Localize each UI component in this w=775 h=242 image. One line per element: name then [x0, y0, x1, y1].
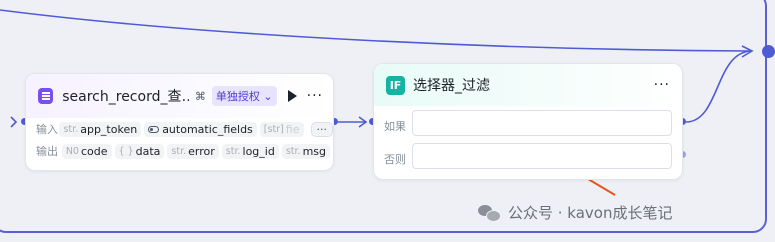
condition-box-if[interactable]	[412, 110, 672, 136]
param-chip: N0 code	[61, 143, 112, 159]
param-chip: str. app_token	[59, 121, 142, 137]
input-row: 输入 str. app_token automatic_fields [str] f…	[26, 118, 333, 140]
more-params-button[interactable]: ···	[310, 121, 333, 137]
param-chip: [str] fie	[259, 121, 304, 137]
param-chip: str. log_id	[221, 143, 279, 159]
output-row: 输出 N0 code { } data str. error str. log_id s…	[26, 140, 333, 162]
more-icon[interactable]: ···	[307, 88, 323, 104]
tag-icon[interactable]: ⌘	[195, 90, 206, 103]
table-icon	[38, 88, 54, 104]
wire-left-arrow	[10, 116, 18, 128]
param-chip: str. msg	[281, 143, 330, 159]
watermark-text: 公众号 · kavon成长笔记	[508, 204, 673, 222]
branch-label-if: 如果	[384, 120, 406, 133]
input-label: 输入	[36, 123, 58, 136]
param-chip: str. error	[167, 143, 219, 159]
if-icon: IF	[386, 75, 405, 95]
branch-label-else: 否则	[384, 153, 406, 166]
param-chip: automatic_fields	[144, 121, 257, 137]
wechat-icon	[478, 204, 501, 222]
search-node-header: search_record_查… ⌘ 单独授权 ⌄ ···	[26, 74, 333, 118]
if-node-title: 选择器_过滤	[413, 78, 490, 94]
run-icon[interactable]	[287, 90, 297, 102]
wire-top-to-hub	[0, 9, 751, 52]
condition-box-else[interactable]	[412, 143, 672, 169]
more-icon[interactable]: ···	[654, 77, 670, 93]
param-chip: { } data	[114, 143, 165, 159]
wire-if-to-hub	[685, 50, 753, 123]
auth-badge[interactable]: 单独授权 ⌄	[211, 86, 277, 106]
connection-hub[interactable]	[762, 45, 775, 58]
if-selector-node[interactable]: IF 选择器_过滤 ··· 如果 否则	[373, 63, 683, 180]
toggle-icon	[148, 125, 160, 133]
search-record-node[interactable]: search_record_查… ⌘ 单独授权 ⌄ ··· 输入 str. app…	[25, 73, 334, 171]
watermark: 公众号 · kavon成长笔记	[478, 202, 672, 223]
search-node-title: search_record_查…	[62, 89, 189, 105]
if-node-header: IF 选择器_过滤 ···	[374, 64, 682, 106]
output-label: 输出	[36, 145, 58, 158]
